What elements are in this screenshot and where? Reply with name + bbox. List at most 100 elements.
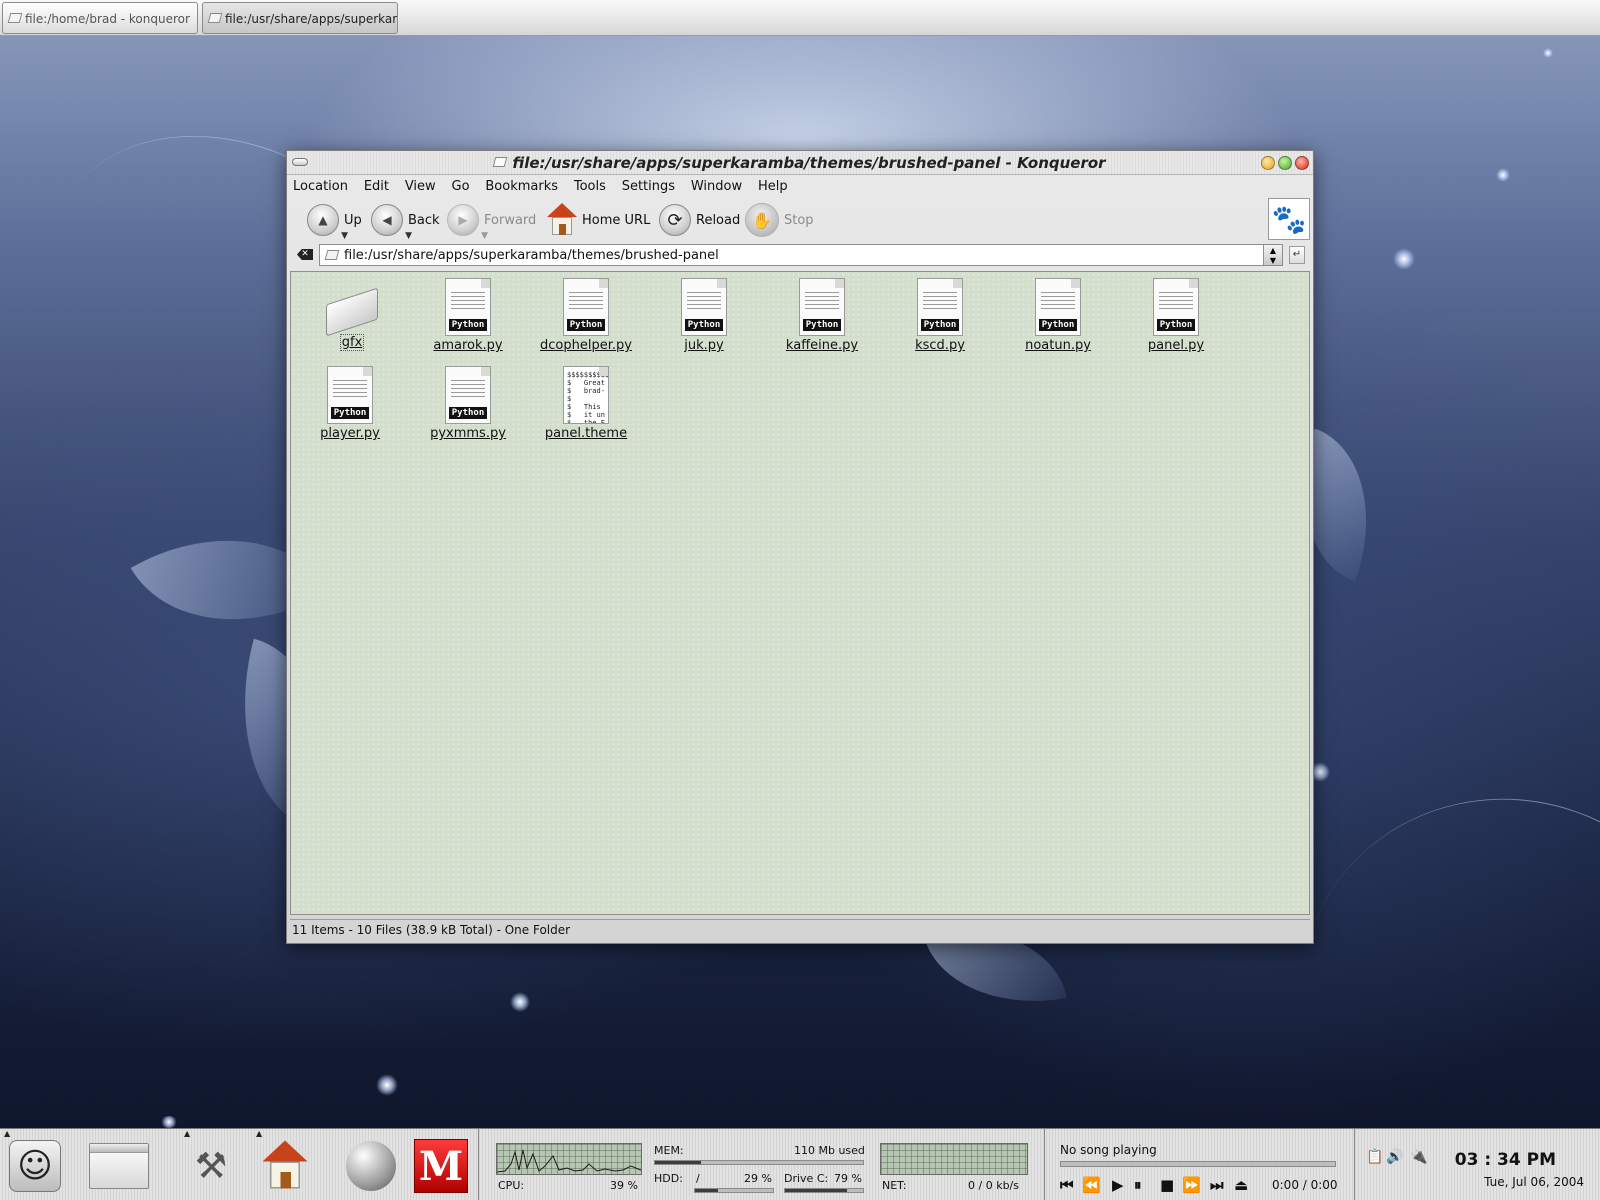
clear-location-icon[interactable]: ✕ — [297, 249, 313, 260]
back-label: Back — [408, 212, 440, 228]
panel-separator — [1354, 1129, 1355, 1200]
cpu-graph-line — [497, 1149, 641, 1173]
window-titlebar[interactable]: file:/usr/share/apps/superkaramba/themes… — [287, 151, 1313, 175]
file-item-kscd[interactable]: Python kscd.py — [881, 278, 999, 353]
file-item-kaffeine[interactable]: Python kaffeine.py — [763, 278, 881, 353]
file-name: kaffeine.py — [785, 338, 859, 353]
file-name: amarok.py — [433, 338, 503, 353]
window-title: file:/usr/share/apps/superkaramba/themes… — [287, 154, 1313, 172]
stop-icon[interactable]: ■ — [1160, 1176, 1174, 1194]
drivec-value: 79 % — [834, 1172, 862, 1185]
forward-button[interactable]: ▶ ▼ Forward — [447, 201, 536, 241]
file-name: panel.py — [1147, 338, 1205, 353]
globe-icon — [346, 1141, 396, 1191]
previous-track-icon[interactable]: ⏮ — [1060, 1176, 1074, 1194]
volume-icon[interactable]: 🔊 — [1386, 1149, 1403, 1165]
file-view: gfx Python amarok.py Python dcophelper.p… — [290, 271, 1310, 915]
up-button[interactable]: ▲ ▼ Up — [307, 201, 362, 241]
file-item-player[interactable]: Python player.py — [291, 366, 409, 441]
play-icon[interactable]: ▶ — [1112, 1176, 1124, 1194]
net-label: NET: — [882, 1179, 907, 1192]
window-list-launcher[interactable] — [88, 1135, 150, 1197]
window-tab-home[interactable]: file:/home/brad - konqueror — [2, 2, 198, 34]
close-button[interactable] — [1295, 156, 1309, 170]
reload-label: Reload — [696, 212, 741, 228]
file-item-gfx[interactable]: gfx — [293, 282, 411, 351]
next-track-icon[interactable]: ⏭ — [1210, 1176, 1224, 1194]
menu-window[interactable]: Window — [691, 179, 742, 194]
status-text: 11 Items - 10 Files (38.9 kB Total) - On… — [292, 923, 571, 937]
home-button[interactable]: Home URL — [547, 201, 650, 239]
file-item-panel-theme[interactable]: $$$$$$$$$$ $ Great $ brad- $ $ This $ it… — [527, 366, 645, 441]
drivec-bar-fill — [785, 1189, 847, 1192]
star-decoration — [1543, 48, 1553, 58]
browser-launcher[interactable] — [340, 1135, 402, 1197]
go-button[interactable]: ↵ — [1289, 246, 1305, 264]
file-item-noatun[interactable]: Python noatun.py — [999, 278, 1117, 353]
tools-icon: ⚒ — [194, 1145, 228, 1187]
star-decoration — [376, 1074, 398, 1096]
menu-go[interactable]: Go — [452, 179, 470, 194]
minimize-button[interactable] — [1261, 156, 1275, 170]
panel-separator — [478, 1129, 479, 1200]
python-file-icon: Python — [327, 366, 373, 424]
tools-launcher[interactable]: ⚒ — [180, 1135, 242, 1197]
home-launcher[interactable] — [256, 1135, 318, 1197]
file-item-panel-py[interactable]: Python panel.py — [1117, 278, 1235, 353]
location-input[interactable]: file:/usr/share/apps/superkaramba/themes… — [319, 244, 1267, 266]
window-icon — [89, 1143, 149, 1189]
eject-icon[interactable]: ⏏ — [1234, 1176, 1248, 1194]
file-name: juk.py — [684, 338, 724, 353]
file-name: player.py — [320, 426, 380, 441]
mail-launcher[interactable]: M — [410, 1135, 472, 1197]
fast-forward-icon[interactable]: ⏩ — [1182, 1176, 1201, 1194]
menu-view[interactable]: View — [405, 179, 436, 194]
menu-edit[interactable]: Edit — [364, 179, 389, 194]
file-item-juk[interactable]: Python juk.py — [645, 278, 763, 353]
cpu-value: 39 % — [610, 1179, 638, 1192]
clipboard-icon[interactable]: 📋 — [1366, 1149, 1383, 1165]
pause-icon[interactable]: ⏸ — [1134, 1176, 1142, 1194]
menu-bookmarks[interactable]: Bookmarks — [485, 179, 558, 194]
file-item-amarok[interactable]: Python amarok.py — [409, 278, 527, 353]
python-badge: Python — [449, 319, 487, 331]
menubar: Location Edit View Go Bookmarks Tools Se… — [287, 175, 1313, 197]
reload-button[interactable]: ⟳ Reload — [659, 201, 740, 239]
menu-settings[interactable]: Settings — [622, 179, 675, 194]
theme-file-icon: $$$$$$$$$$ $ Great $ brad- $ $ This $ it… — [563, 366, 609, 424]
main-toolbar: ▲ ▼ Up ◀ ▼ Back ▶ ▼ Forward Home URL ⟳ Relo… — [287, 199, 1313, 243]
location-history-dropdown[interactable]: ▲ ▼ — [1263, 244, 1283, 266]
konqueror-window: file:/usr/share/apps/superkaramba/themes… — [286, 150, 1314, 944]
file-name: pyxmms.py — [430, 426, 506, 441]
bottom-panel: ▲ ☺ ▲ ⚒ ▲ M CPU: 39 % MEM: 110 Mb used H… — [0, 1128, 1600, 1200]
rewind-icon[interactable]: ⏪ — [1082, 1176, 1101, 1194]
folder-icon — [324, 250, 340, 260]
paw-icon[interactable]: 🐾 — [1268, 198, 1310, 240]
folder-icon — [207, 13, 223, 23]
file-item-dcophelper[interactable]: Python dcophelper.py — [527, 278, 645, 353]
reload-icon: ⟳ — [659, 204, 691, 236]
clock-date: Tue, Jul 06, 2004 — [1484, 1175, 1584, 1189]
menu-tools[interactable]: Tools — [574, 179, 606, 194]
song-progress[interactable] — [1060, 1161, 1336, 1167]
star-decoration — [1393, 248, 1415, 270]
stop-label: Stop — [784, 212, 814, 228]
maximize-button[interactable] — [1278, 156, 1292, 170]
star-decoration — [510, 992, 530, 1012]
cpu-graph — [496, 1143, 642, 1175]
file-item-pyxmms[interactable]: Python pyxmms.py — [409, 366, 527, 441]
finder-launcher[interactable]: ☺ — [4, 1135, 66, 1197]
python-file-icon: Python — [681, 278, 727, 336]
file-name: noatun.py — [1025, 338, 1091, 353]
theme-preview-text: $$$$$$$$$$ $ Great $ brad- $ $ This $ it… — [567, 371, 609, 424]
status-bar: 11 Items - 10 Files (38.9 kB Total) - On… — [290, 919, 1310, 939]
back-button[interactable]: ◀ ▼ Back — [371, 201, 440, 241]
clock-time[interactable]: 03 : 34 PM — [1455, 1150, 1556, 1170]
home-label: Home URL — [582, 212, 651, 228]
stop-button[interactable]: ✋ Stop — [745, 201, 814, 239]
menu-location[interactable]: Location — [293, 179, 348, 194]
mem-value: 110 Mb used — [794, 1144, 865, 1157]
menu-help[interactable]: Help — [758, 179, 788, 194]
window-tab-brushed-panel[interactable]: file:/usr/share/apps/superkaramba/themes… — [202, 2, 398, 34]
network-icon[interactable]: 🔌 — [1410, 1149, 1427, 1165]
